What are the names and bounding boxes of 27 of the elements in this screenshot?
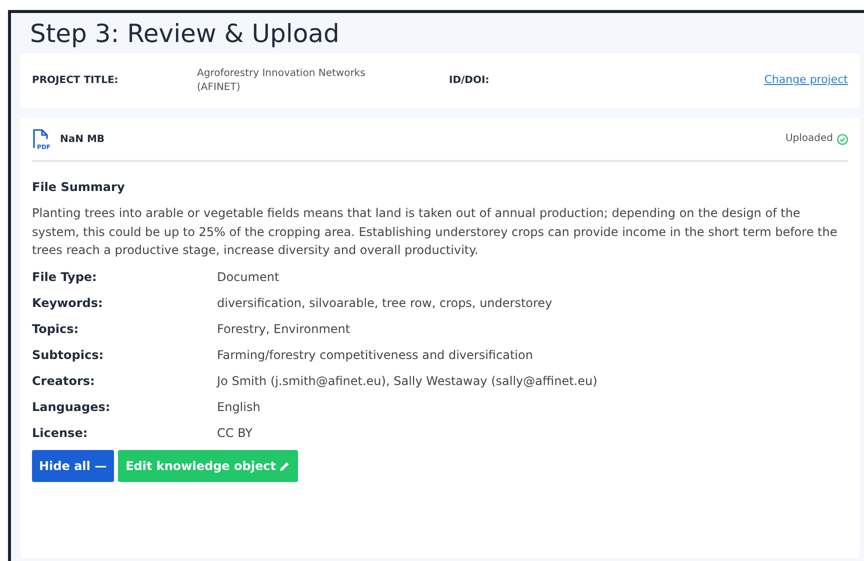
detail-label: File Type: — [32, 268, 98, 286]
summary-title: File Summary — [32, 179, 126, 196]
id-label: ID/DOI: — [449, 74, 490, 88]
upload-status: Uploaded — [785, 132, 833, 146]
project-title-label: PROJECT TITLE: — [32, 74, 120, 88]
detail-value: English — [217, 398, 262, 416]
detail-label: Topics: — [32, 320, 80, 338]
detail-value: CC BY — [217, 424, 254, 442]
detail-value: Farming/forestry competitiveness and diversification — [217, 346, 534, 364]
detail-label: Keywords: — [32, 294, 104, 312]
file-size: NaN MB — [60, 132, 105, 146]
detail-label: Creators: — [32, 368, 217, 394]
detail-value: Document — [217, 268, 280, 286]
detail-value: Jo Smith (j.smith@afinet.eu), Sally Westaway (sally@affinet.eu) — [217, 372, 598, 390]
project-title-value: Agroforestry Innovation Networks (AFINET) — [197, 67, 366, 94]
detail-value: Forestry, Environment — [217, 320, 352, 338]
hide-all-button[interactable]: Hide all — — [32, 450, 114, 482]
change-project-link[interactable]: Change project — [764, 72, 848, 89]
detail-label: License: — [32, 424, 89, 442]
edit-button[interactable]: Edit knowledge object — [118, 450, 298, 482]
detail-value: diversification, silvoarable, tree row, crops, understorey — [217, 294, 554, 312]
detail-label: Subtopics: — [32, 346, 105, 364]
check-circle-icon — [837, 134, 848, 144]
summary-text: Planting trees into arable or vegetable fields means that land is taken out of annual production; depending on the design of the system, this could be up to 25% of the cropping area. Establishing understorey crops can provide income in the short term before the trees reach a productive stage, increase diversity and overall productivity. — [32, 205, 838, 260]
pencil-icon — [278, 461, 290, 472]
detail-label: Languages: — [32, 398, 112, 416]
page-heading: Step 3: Review & Upload — [29, 18, 340, 50]
